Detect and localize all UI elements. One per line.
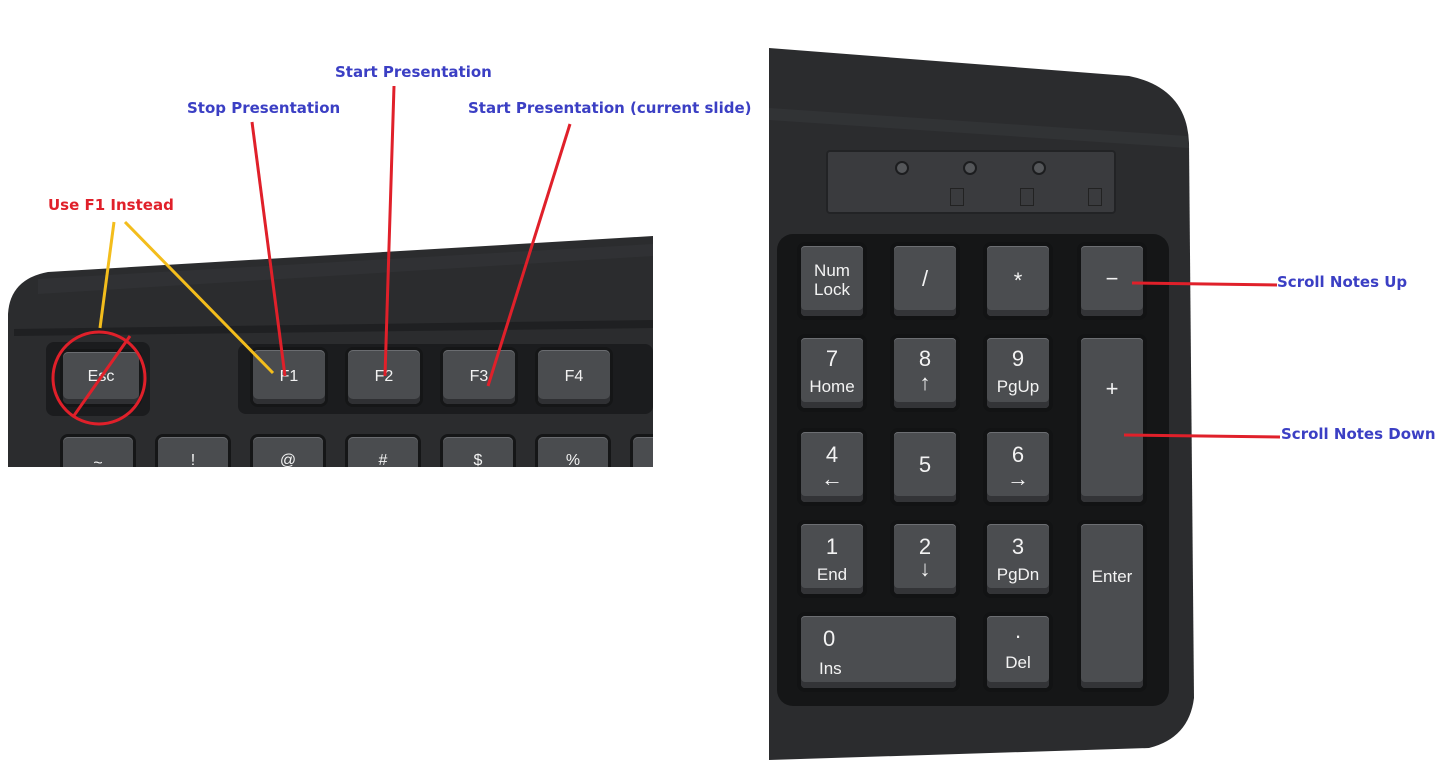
- arrow-left-icon: ←: [821, 466, 843, 491]
- led-indicator-panel: [826, 150, 1116, 214]
- dollar-key-label: $: [473, 452, 483, 467]
- numpad-9-pgup-key[interactable]: 9 PgUp: [987, 338, 1049, 408]
- arrow-down-icon: ↓: [919, 556, 931, 581]
- enter-label: Enter: [1091, 567, 1133, 586]
- f1-key[interactable]: F1: [253, 350, 325, 404]
- label-scroll-notes-down: Scroll Notes Down: [1281, 425, 1435, 443]
- numpad-9-label: 9: [1011, 346, 1025, 371]
- numpad-1-label: 1: [825, 534, 839, 559]
- dollar-key[interactable]: $: [443, 437, 513, 467]
- end-label: End: [816, 565, 848, 584]
- esc-key-label: Esc: [87, 368, 115, 385]
- f4-key[interactable]: F4: [538, 350, 610, 404]
- numpad-6-label: 6: [1011, 442, 1025, 467]
- pgup-label: PgUp: [996, 377, 1040, 396]
- label-stop-presentation: Stop Presentation: [187, 99, 341, 117]
- caps-lock-indicator-icon: [1020, 188, 1034, 206]
- label-start-presentation-current: Start Presentation (current slide): [468, 99, 752, 117]
- numpad-1-end-key[interactable]: 1 End: [801, 524, 863, 594]
- numpad-dot-del-key[interactable]: . Del: [987, 616, 1049, 688]
- f1-key-label: F1: [279, 368, 299, 385]
- scroll-lock-led-icon: [1032, 161, 1046, 175]
- numpad-4-left-key[interactable]: 4 ←: [801, 432, 863, 502]
- exclamation-key[interactable]: !: [158, 437, 228, 467]
- num-lock-indicator-icon: [950, 188, 964, 206]
- numpad-5-key[interactable]: 5: [894, 432, 956, 502]
- numpad-5-label: 5: [918, 452, 932, 477]
- numpad-plus-key[interactable]: +: [1081, 338, 1143, 502]
- numpad-minus-label: −: [1105, 266, 1119, 291]
- hash-key-label: #: [378, 452, 388, 467]
- label-start-presentation: Start Presentation: [335, 63, 492, 81]
- tilde-key[interactable]: ~: [63, 437, 133, 467]
- numpad-section: Num Lock / * − 7 Home 8 ↑ 9 PgUp + 4 ← 5…: [769, 48, 1204, 760]
- f4-key-label: F4: [564, 368, 584, 385]
- numpad-asterisk-label: *: [1013, 268, 1023, 293]
- f3-key-label: F3: [469, 368, 489, 385]
- numpad-7-label: 7: [825, 346, 839, 371]
- numlock-key[interactable]: Num Lock: [801, 246, 863, 316]
- numpad-8-up-key[interactable]: 8 ↑: [894, 338, 956, 408]
- keyboard-left-section: Esc F1 F2 F3 F4 ~ ! @ # $ %: [8, 234, 653, 467]
- numpad-4-label: 4: [825, 442, 839, 467]
- numpad-8-label: 8: [918, 346, 932, 371]
- numpad-6-right-key[interactable]: 6 →: [987, 432, 1049, 502]
- caps-lock-led-icon: [963, 161, 977, 175]
- numpad-plus-label: +: [1105, 376, 1119, 401]
- numpad-2-label: 2: [918, 534, 932, 559]
- label-use-f1-instead: Use F1 Instead: [48, 196, 174, 214]
- numpad-0-ins-key[interactable]: 0 Ins: [801, 616, 956, 688]
- at-key-label: @: [279, 452, 297, 467]
- f3-key[interactable]: F3: [443, 350, 515, 404]
- exclamation-key-label: !: [190, 452, 196, 467]
- numpad-3-pgdn-key[interactable]: 3 PgDn: [987, 524, 1049, 594]
- del-label: Del: [1005, 653, 1031, 672]
- partial-key: [633, 437, 653, 467]
- esc-key[interactable]: Esc: [63, 352, 139, 404]
- arrow-right-icon: →: [1007, 466, 1029, 491]
- scroll-lock-indicator-icon: [1088, 188, 1102, 206]
- numpad-dot-label: .: [1014, 618, 1022, 643]
- percent-key[interactable]: %: [538, 437, 608, 467]
- numpad-2-down-key[interactable]: 2 ↓: [894, 524, 956, 594]
- home-label: Home: [809, 377, 855, 396]
- num-lock-led-icon: [895, 161, 909, 175]
- at-key[interactable]: @: [253, 437, 323, 467]
- numlock-label-bottom: Lock: [814, 280, 850, 299]
- numpad-slash-key[interactable]: /: [894, 246, 956, 316]
- pgdn-label: PgDn: [996, 565, 1040, 584]
- ins-label: Ins: [819, 659, 842, 678]
- numpad-slash-label: /: [921, 266, 929, 291]
- tilde-key-label: ~: [93, 455, 103, 467]
- percent-key-label: %: [565, 452, 581, 467]
- label-scroll-notes-up: Scroll Notes Up: [1277, 273, 1408, 291]
- numpad-minus-key[interactable]: −: [1081, 246, 1143, 316]
- numlock-label-top: Num: [814, 261, 850, 280]
- numpad-enter-key[interactable]: Enter: [1081, 524, 1143, 688]
- f2-key[interactable]: F2: [348, 350, 420, 404]
- hash-key[interactable]: #: [348, 437, 418, 467]
- f2-key-label: F2: [374, 368, 394, 385]
- numpad-7-home-key[interactable]: 7 Home: [801, 338, 863, 408]
- numpad-asterisk-key[interactable]: *: [987, 246, 1049, 316]
- numpad-3-label: 3: [1011, 534, 1025, 559]
- numpad-0-label: 0: [823, 626, 836, 651]
- arrow-up-icon: ↑: [919, 370, 931, 395]
